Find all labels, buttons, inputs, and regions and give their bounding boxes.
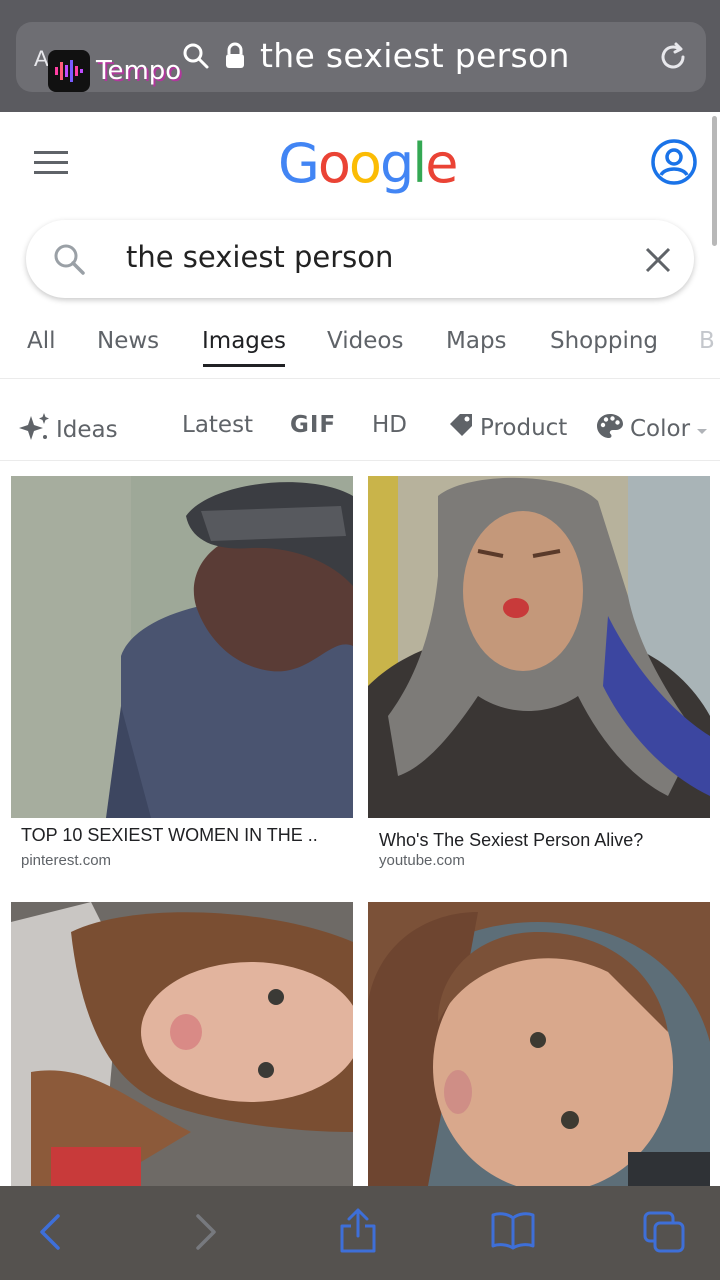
chevron-down-icon xyxy=(696,416,708,442)
divider xyxy=(0,378,720,379)
google-logo-letter: l xyxy=(412,132,427,195)
result-image-1[interactable] xyxy=(11,476,353,818)
google-logo[interactable]: Google xyxy=(278,132,458,195)
filter-latest-label: Latest xyxy=(182,412,254,438)
sparkle-icon xyxy=(18,412,50,448)
google-logo-letter: G xyxy=(278,132,320,195)
filter-ideas-label: Ideas xyxy=(56,417,118,443)
tempo-watermark: Tempo xyxy=(48,50,181,92)
filter-latest[interactable]: Latest xyxy=(182,412,253,438)
filter-ideas[interactable]: Ideas xyxy=(18,412,118,448)
google-logo-letter: e xyxy=(425,132,458,195)
result-image-3[interactable] xyxy=(11,902,353,1186)
screen: AA Tempo the sexiest person Google xyxy=(0,0,720,1280)
share-icon[interactable] xyxy=(338,1206,378,1259)
result-image-4[interactable] xyxy=(368,902,710,1186)
tab-images[interactable]: Images xyxy=(202,328,286,354)
filter-color[interactable]: Color xyxy=(596,412,708,446)
google-logo-letter: g xyxy=(379,132,414,195)
account-icon[interactable] xyxy=(650,138,698,191)
filter-hd-label: HD xyxy=(372,412,408,438)
reload-icon[interactable] xyxy=(656,40,690,79)
result-image-2[interactable] xyxy=(368,476,710,818)
search-icon[interactable] xyxy=(52,242,86,281)
tab-books-partial[interactable]: B xyxy=(699,328,715,354)
result-source-2: youtube.com xyxy=(379,852,465,869)
google-logo-letter: o xyxy=(317,132,351,195)
lock-icon xyxy=(224,42,246,75)
filter-product[interactable]: Product xyxy=(448,412,567,444)
filter-product-label: Product xyxy=(480,415,568,441)
result-caption-1[interactable]: TOP 10 SEXIEST WOMEN IN THE .. xyxy=(21,825,318,846)
result-caption-2[interactable]: Who's The Sexiest Person Alive? xyxy=(379,830,643,851)
tabs-icon[interactable] xyxy=(642,1210,686,1259)
result-source-1: pinterest.com xyxy=(21,852,112,869)
tab-all[interactable]: All xyxy=(27,328,56,354)
filter-gif[interactable]: GIF xyxy=(290,412,336,438)
tag-icon xyxy=(448,412,474,444)
filter-hd[interactable]: HD xyxy=(372,412,407,438)
clear-icon[interactable] xyxy=(644,246,672,279)
tempo-label: Tempo xyxy=(96,56,182,86)
back-icon[interactable] xyxy=(36,1210,64,1259)
filter-color-label: Color xyxy=(630,416,691,442)
tab-videos[interactable]: Videos xyxy=(327,328,403,354)
divider xyxy=(0,460,720,461)
tab-news[interactable]: News xyxy=(97,328,159,354)
menu-icon[interactable] xyxy=(34,150,68,181)
scroll-indicator xyxy=(712,116,717,246)
tab-maps[interactable]: Maps xyxy=(446,328,507,354)
filter-gif-label: GIF xyxy=(290,412,337,438)
active-tab-indicator xyxy=(203,364,285,367)
search-input[interactable]: the sexiest person xyxy=(126,240,393,274)
url-text[interactable]: the sexiest person xyxy=(260,36,570,75)
forward-icon[interactable] xyxy=(192,1210,220,1259)
bookmarks-icon[interactable] xyxy=(490,1210,536,1255)
palette-icon xyxy=(596,412,624,446)
tab-shopping[interactable]: Shopping xyxy=(550,328,658,354)
search-icon xyxy=(182,42,210,75)
google-logo-letter: o xyxy=(348,132,382,195)
tempo-logo-icon xyxy=(48,50,90,92)
